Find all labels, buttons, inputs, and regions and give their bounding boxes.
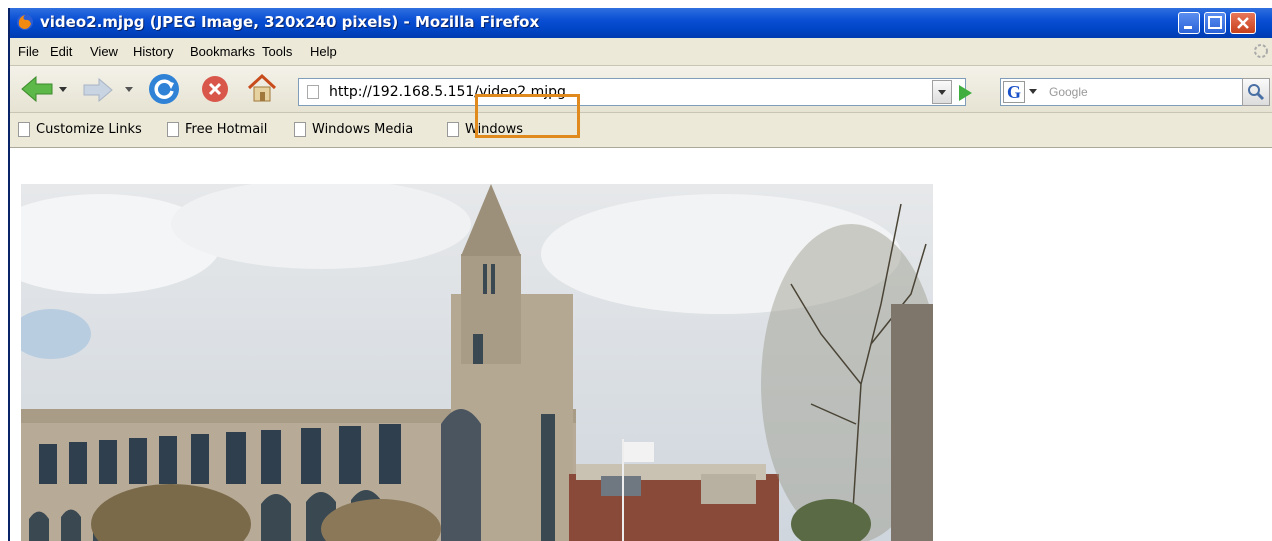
reload-icon[interactable] [147,72,181,106]
maximize-button[interactable] [1204,12,1226,34]
bookmark-free-hotmail[interactable]: Free Hotmail [167,122,267,140]
minimize-button[interactable] [1178,12,1200,34]
close-button[interactable] [1230,12,1256,34]
search-engine-dropdown-icon[interactable] [1028,88,1038,96]
cropped-text-top [0,0,1272,8]
page-icon [18,122,30,137]
chevron-down-icon [938,90,946,95]
page-content [10,148,1272,541]
browser-window: video2.mjpg (JPEG Image, 320x240 pixels)… [8,8,1272,541]
url-path-highlight-box [475,94,580,138]
stop-icon[interactable] [200,74,230,104]
search-input[interactable]: G Google [1000,78,1262,106]
title-bar[interactable]: video2.mjpg (JPEG Image, 320x240 pixels)… [10,8,1272,38]
go-arrow-icon[interactable] [954,82,976,104]
home-icon[interactable] [246,72,278,104]
page-icon [167,122,179,137]
bookmark-windows-media[interactable]: Windows Media [294,122,413,140]
url-dropdown-button[interactable] [932,80,952,104]
window-title: video2.mjpg (JPEG Image, 320x240 pixels)… [40,13,540,31]
menu-bookmarks[interactable]: Bookmarks [190,44,255,59]
page-icon [307,85,319,99]
menu-view[interactable]: View [90,44,118,59]
forward-arrow-icon[interactable] [82,76,114,104]
firefox-icon [17,14,33,30]
back-dropdown-icon[interactable] [58,86,68,94]
search-button[interactable] [1242,78,1270,106]
url-bar[interactable]: http://192.168.5.151/video2.mjpg [298,78,966,106]
menu-file[interactable]: File [18,44,39,59]
menu-tools[interactable]: Tools [262,44,292,59]
bookmark-customize-links[interactable]: Customize Links [18,122,142,140]
search-placeholder: Google [1049,85,1088,99]
bookmarks-toolbar: Customize Links Free Hotmail Windows Med… [10,113,1272,148]
minimize-icon [1184,26,1192,29]
page-icon [294,122,306,137]
throbber-icon [1254,44,1268,58]
maximize-icon [1208,16,1222,29]
forward-dropdown-icon[interactable] [124,86,134,94]
page-icon [447,122,459,137]
menu-bar: File Edit View History Bookmarks Tools H… [10,38,1272,66]
close-icon [1237,17,1249,29]
navigation-toolbar: http://192.168.5.151/video2.mjpg G Googl… [10,66,1272,113]
menu-help[interactable]: Help [310,44,337,59]
google-icon[interactable]: G [1003,81,1025,103]
menu-history[interactable]: History [133,44,173,59]
menu-edit[interactable]: Edit [50,44,72,59]
back-arrow-icon[interactable] [20,74,54,104]
magnifier-icon [1248,84,1265,101]
jpeg-image[interactable] [21,184,933,541]
